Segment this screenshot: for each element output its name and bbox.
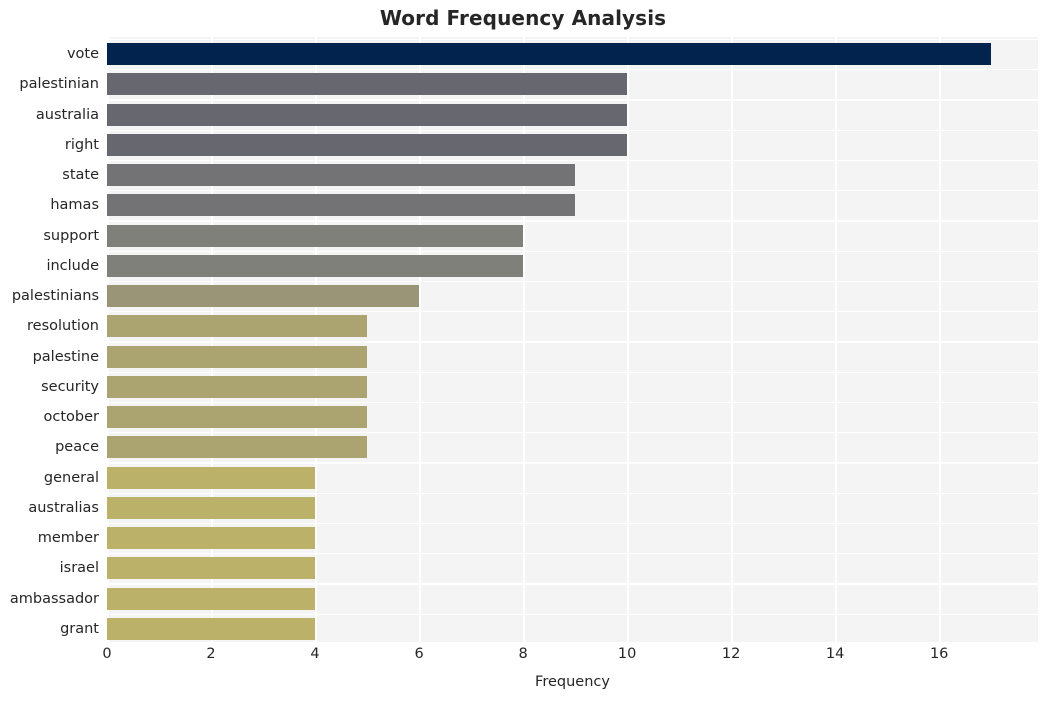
bar <box>107 43 992 66</box>
y-axis-tick-label: general <box>43 469 99 486</box>
bar <box>107 436 368 459</box>
y-axis-tick-label: palestine <box>32 348 99 365</box>
bar <box>107 617 316 640</box>
y-axis-tick-label: right <box>64 136 99 153</box>
bar <box>107 103 628 126</box>
vertical-gridline <box>523 37 525 642</box>
y-axis-tick-label: vote <box>66 46 99 63</box>
bar <box>107 527 316 550</box>
vertical-gridline <box>627 37 629 642</box>
bar <box>107 496 316 519</box>
y-axis-tick-label: state <box>62 167 99 184</box>
word-frequency-chart-figure: Word Frequency Analysis vote palestinian a… <box>0 0 1046 701</box>
vertical-gridline <box>315 37 317 642</box>
x-axis-tick-label: 2 <box>206 646 216 662</box>
y-axis-tick-label: grant <box>60 620 99 637</box>
bar <box>107 406 368 429</box>
bar <box>107 133 628 156</box>
vertical-gridline <box>211 37 213 642</box>
horizontal-gridline <box>107 250 1038 252</box>
x-axis-tick-label: 6 <box>414 646 424 662</box>
x-axis-label: Frequency <box>535 674 610 690</box>
bar <box>107 345 368 368</box>
y-axis-tick-label: security <box>41 378 99 395</box>
x-axis-tick-label: 0 <box>102 646 112 662</box>
horizontal-gridline <box>107 311 1038 313</box>
bar <box>107 73 628 96</box>
horizontal-gridline <box>107 553 1038 555</box>
horizontal-gridline <box>107 522 1038 525</box>
bar <box>107 224 524 247</box>
bar <box>107 375 368 398</box>
vertical-gridline <box>939 37 941 642</box>
y-axis-tick-label: october <box>43 409 100 426</box>
horizontal-gridline <box>107 613 1038 615</box>
bar <box>107 315 368 338</box>
horizontal-gridline <box>107 99 1038 101</box>
y-axis-tick-label: ambassador <box>9 590 99 607</box>
y-axis-tick-label: australias <box>28 499 99 516</box>
y-axis-tick-label: support <box>43 227 99 244</box>
vertical-gridline <box>835 37 837 642</box>
plot-area <box>107 37 1038 642</box>
x-axis-tick-label: 4 <box>310 646 320 662</box>
bar <box>107 587 316 610</box>
vertical-gridline <box>419 37 421 642</box>
horizontal-gridline <box>107 129 1038 131</box>
y-axis-tick-label: member <box>37 530 99 547</box>
y-axis-tick-label: peace <box>55 439 99 456</box>
horizontal-gridline <box>107 583 1038 585</box>
y-axis-tick-label: hamas <box>50 197 99 214</box>
bar <box>107 557 316 580</box>
vertical-gridline <box>107 37 109 642</box>
y-axis-tick-label: israel <box>59 560 99 577</box>
horizontal-gridline <box>107 341 1038 343</box>
y-axis-tick-label: palestinian <box>19 76 99 93</box>
horizontal-gridline <box>107 159 1038 162</box>
horizontal-gridline <box>107 220 1038 222</box>
horizontal-gridline <box>107 401 1038 404</box>
bar <box>107 466 316 489</box>
horizontal-gridline <box>107 492 1038 494</box>
x-axis-tick-label: 12 <box>721 646 741 662</box>
y-axis-tick-label: resolution <box>27 318 99 335</box>
bar <box>107 254 524 277</box>
x-axis-tick-labels: 0 2 4 6 8 10 12 14 16 <box>0 646 1046 668</box>
horizontal-gridline <box>107 371 1038 373</box>
horizontal-gridline <box>107 432 1038 434</box>
bar <box>107 164 576 187</box>
y-axis-tick-label: australia <box>35 106 99 123</box>
horizontal-gridline <box>107 462 1038 464</box>
bar <box>107 285 420 308</box>
vertical-gridline <box>731 37 733 642</box>
horizontal-gridline <box>107 190 1038 192</box>
y-axis-tick-label: include <box>46 257 99 274</box>
y-axis-tick-label: palestinians <box>11 288 99 305</box>
x-axis-tick-label: 10 <box>617 646 637 662</box>
chart-title: Word Frequency Analysis <box>379 6 667 30</box>
x-axis-tick-label: 14 <box>825 646 845 662</box>
bar <box>107 194 576 217</box>
x-axis-tick-label: 8 <box>518 646 528 662</box>
horizontal-gridline <box>107 38 1038 41</box>
x-axis-tick-label: 16 <box>929 646 949 662</box>
horizontal-gridline <box>107 69 1038 71</box>
horizontal-gridline <box>107 280 1038 283</box>
